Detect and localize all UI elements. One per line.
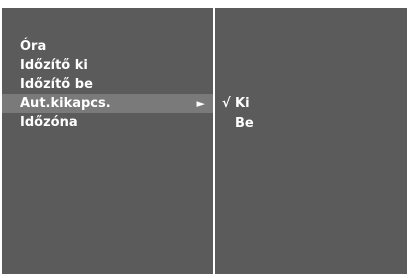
option-ki[interactable]: √ Ki: [215, 94, 407, 114]
submenu-options: √ Ki Be: [215, 94, 407, 134]
option-label: Be: [235, 116, 254, 131]
main-menu-list: Óra Időzítő ki Időzítő be Aut.kikapcs. ►…: [2, 37, 213, 132]
menu-item-label: Időzóna: [20, 115, 78, 130]
osd-menu: Óra Időzítő ki Időzítő be Aut.kikapcs. ►…: [0, 0, 409, 278]
check-icon: √: [222, 96, 231, 111]
menu-item-ora[interactable]: Óra: [2, 37, 213, 56]
menu-item-label: Aut.kikapcs.: [20, 96, 111, 111]
option-label: Ki: [235, 96, 250, 111]
submenu-panel: √ Ki Be: [215, 8, 407, 274]
arrow-right-icon: ►: [196, 97, 205, 110]
main-menu-panel: Óra Időzítő ki Időzítő be Aut.kikapcs. ►…: [2, 8, 213, 274]
menu-item-aut-kikapcs[interactable]: Aut.kikapcs. ►: [2, 94, 213, 113]
menu-item-idozito-ki[interactable]: Időzítő ki: [2, 56, 213, 75]
menu-item-label: Időzítő ki: [20, 58, 88, 73]
menu-item-idozito-be[interactable]: Időzítő be: [2, 75, 213, 94]
menu-item-label: Időzítő be: [20, 77, 93, 92]
menu-item-label: Óra: [20, 39, 47, 54]
option-be[interactable]: Be: [215, 114, 407, 134]
menu-item-idozona[interactable]: Időzóna: [2, 113, 213, 132]
